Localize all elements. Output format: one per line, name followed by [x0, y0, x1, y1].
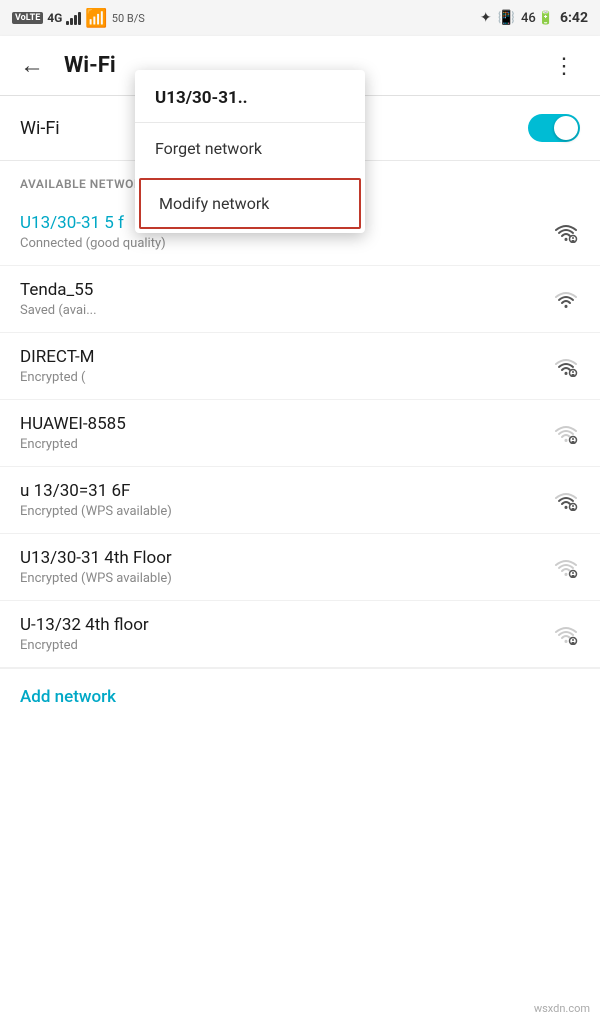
wifi-signal-weak-locked-3	[552, 623, 580, 645]
network-status-4: Encrypted (WPS available)	[20, 504, 552, 519]
add-network-button[interactable]: Add network	[0, 668, 600, 725]
wifi-signal-medium-locked-2	[552, 489, 580, 511]
network-info-5: U13/30-31 4th Floor Encrypted (WPS avail…	[20, 548, 552, 586]
signal-bars	[66, 11, 81, 25]
network-item-6[interactable]: U-13/32 4th floor Encrypted	[0, 601, 600, 668]
battery-indicator: 46 🔋	[521, 11, 554, 26]
data-speed: 50 B/S	[112, 12, 145, 25]
wifi-signal-medium-locked	[552, 355, 580, 377]
network-item-1[interactable]: Tenda_55 Saved (avai...	[0, 266, 600, 333]
bar3	[74, 15, 77, 25]
network-item-3[interactable]: HUAWEI-8585 Encrypted	[0, 400, 600, 467]
wifi-icon-2	[552, 355, 580, 377]
wifi-icon-6	[552, 623, 580, 645]
network-info-3: HUAWEI-8585 Encrypted	[20, 414, 552, 452]
time-display: 6:42	[560, 10, 588, 26]
wifi-signal-medium	[552, 288, 580, 310]
wifi-icon-0	[552, 221, 580, 243]
signal-4g: 4G	[47, 11, 62, 25]
wifi-icon-3	[552, 422, 580, 444]
context-menu-title: U13/30-31..	[135, 70, 365, 123]
volte-badge: VoLTE	[12, 12, 43, 24]
network-item-4[interactable]: u 13/30=31 6F Encrypted (WPS available)	[0, 467, 600, 534]
network-status-1: Saved (avai...	[20, 303, 552, 318]
wifi-icon-5	[552, 556, 580, 578]
wifi-signal-weak-locked	[552, 422, 580, 444]
network-name-5: U13/30-31 4th Floor	[20, 548, 552, 568]
wifi-signal-strong-locked	[552, 221, 580, 243]
status-right: ✦ 📳 46 🔋 6:42	[480, 10, 588, 26]
bar4	[78, 12, 81, 25]
network-info-4: u 13/30=31 6F Encrypted (WPS available)	[20, 481, 552, 519]
vibrate-icon: 📳	[498, 10, 515, 26]
bar2	[70, 18, 73, 25]
network-info-6: U-13/32 4th floor Encrypted	[20, 615, 552, 653]
network-name-1: Tenda_55	[20, 280, 552, 300]
wifi-signal-weak-locked-2	[552, 556, 580, 578]
context-menu: U13/30-31.. Forget network Modify networ…	[135, 70, 365, 233]
bluetooth-icon: ✦	[480, 10, 492, 26]
wifi-toggle-label: Wi-Fi	[20, 118, 60, 139]
network-status-2: Encrypted (	[20, 370, 552, 385]
wifi-icon-4	[552, 489, 580, 511]
network-info-1: Tenda_55 Saved (avai...	[20, 280, 552, 318]
status-bar: VoLTE 4G 📶 50 B/S ✦ 📳 46 🔋 6:42	[0, 0, 600, 36]
battery-icon: 🔋	[538, 11, 554, 26]
wifi-icon-1	[552, 288, 580, 310]
network-name-2: DIRECT-M	[20, 347, 552, 367]
network-item-5[interactable]: U13/30-31 4th Floor Encrypted (WPS avail…	[0, 534, 600, 601]
network-status-5: Encrypted (WPS available)	[20, 571, 552, 586]
watermark: wsxdn.com	[534, 1002, 590, 1015]
battery-level: 46	[521, 11, 536, 26]
network-name-6: U-13/32 4th floor	[20, 615, 552, 635]
network-status-3: Encrypted	[20, 437, 552, 452]
network-status-6: Encrypted	[20, 638, 552, 653]
modify-network-button[interactable]: Modify network	[139, 178, 361, 229]
network-item-2[interactable]: DIRECT-M Encrypted (	[0, 333, 600, 400]
status-left: VoLTE 4G 📶 50 B/S	[12, 8, 145, 29]
bar1	[66, 21, 69, 25]
network-info-2: DIRECT-M Encrypted (	[20, 347, 552, 385]
network-name-3: HUAWEI-8585	[20, 414, 552, 434]
wifi-toggle[interactable]	[528, 114, 580, 142]
back-button[interactable]: ←	[16, 48, 48, 84]
wifi-status-icon: 📶	[85, 8, 107, 29]
network-name-4: u 13/30=31 6F	[20, 481, 552, 501]
network-status-0: Connected (good quality)	[20, 236, 552, 251]
network-list: U13/30-31 5 f Connected (good quality) T…	[0, 199, 600, 725]
forget-network-button[interactable]: Forget network	[135, 123, 365, 174]
toggle-knob	[554, 116, 578, 140]
more-options-button[interactable]: ⋮	[545, 49, 584, 83]
